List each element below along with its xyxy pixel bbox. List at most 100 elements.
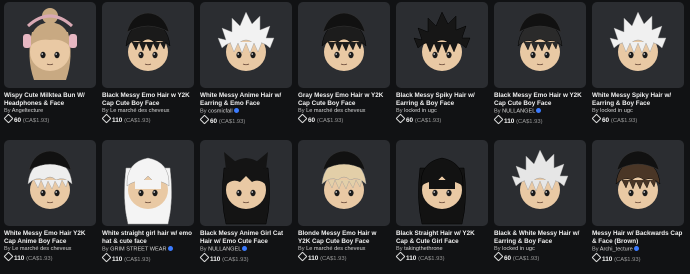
- robux-icon: [297, 251, 308, 262]
- creator-link[interactable]: Le marché des cheveux: [306, 108, 365, 114]
- creator-link[interactable]: Le marché des cheveux: [110, 108, 169, 114]
- verified-badge-icon: [536, 108, 542, 113]
- creator-link[interactable]: NULLANGEL: [208, 247, 241, 253]
- catalog-item-card[interactable]: Black Straight Hair w/ Y2K Cap & Cute Gi…: [395, 140, 488, 272]
- catalog-item-card[interactable]: Wispy Cute Milktea Bun W/ Headphones & F…: [3, 2, 96, 134]
- item-creator-line: By locked in ugc: [494, 246, 586, 253]
- item-name[interactable]: Black Messy Anime Girl Cat Hair w/ Emo C…: [200, 230, 292, 245]
- creator-link[interactable]: locked in ugc: [502, 246, 535, 252]
- catalog-item-card[interactable]: Blonde Messy Emo Hair w Y2K Cap Cute Boy…: [297, 140, 390, 272]
- item-price: 110 (CA$1.93): [297, 251, 390, 263]
- item-price: 110 (CA$1.93): [395, 251, 488, 263]
- creator-link[interactable]: Le marché des cheveux: [12, 246, 71, 252]
- creator-link[interactable]: takingthethrone: [404, 246, 443, 252]
- item-name[interactable]: White Messy Emo Hair Y2K Cap Anime Boy F…: [4, 230, 96, 245]
- item-thumbnail[interactable]: [592, 2, 684, 88]
- item-price: 60 (CA$1.93): [297, 113, 390, 125]
- item-thumbnail[interactable]: [396, 2, 488, 88]
- item-name[interactable]: White Messy Anime Hair w/ Earring & Emo …: [200, 92, 292, 107]
- creator-link[interactable]: locked in ugc: [600, 108, 633, 114]
- item-creator-line: By Le marché des cheveux: [102, 108, 194, 115]
- item-name[interactable]: Wispy Cute Milktea Bun W/ Headphones & F…: [4, 92, 96, 107]
- catalog-item-card[interactable]: White Messy Spiky Hair w/ Earring & Boy …: [591, 2, 684, 134]
- item-name[interactable]: Black Straight Hair w/ Y2K Cap & Cute Gi…: [396, 230, 488, 245]
- item-thumbnail-art: [222, 152, 270, 225]
- robux-icon: [3, 251, 14, 262]
- item-price: 60 (CA$1.93): [493, 251, 586, 263]
- creator-link[interactable]: GRIM STREET WEAR: [110, 247, 166, 253]
- item-price: 110 (CA$1.93): [101, 252, 194, 264]
- by-label: By: [200, 108, 207, 115]
- catalog-item-card[interactable]: Gray Messy Emo Hair w Y2K Cap Cute Boy F…: [297, 2, 390, 134]
- item-thumbnail[interactable]: [396, 140, 488, 226]
- creator-link[interactable]: Angeltecture: [12, 108, 43, 114]
- item-thumbnail[interactable]: [102, 140, 194, 226]
- catalog-item-card[interactable]: Black Messy Spiky Hair w/ Earring & Boy …: [395, 2, 488, 134]
- by-label: By: [494, 108, 501, 115]
- item-name[interactable]: Gray Messy Emo Hair w Y2K Cap Cute Boy F…: [298, 92, 390, 107]
- item-thumbnail[interactable]: [4, 2, 96, 88]
- price-amount: 60: [14, 117, 22, 124]
- by-label: By: [592, 246, 599, 253]
- item-creator-line: By Archi_tecture: [592, 246, 684, 254]
- item-name[interactable]: Messy Hair w/ Backwards Cap & Face (Brow…: [592, 230, 684, 245]
- item-thumbnail[interactable]: [494, 140, 586, 226]
- price-cad: (CA$1.93): [512, 256, 540, 262]
- catalog-item-card[interactable]: Black Messy Anime Girl Cat Hair w/ Emo C…: [199, 140, 292, 272]
- catalog-item-card[interactable]: White Messy Anime Hair w/ Earring & Emo …: [199, 2, 292, 134]
- catalog-item-card[interactable]: Black Messy Emo Hair w Y2K Cap Cute Boy …: [101, 2, 194, 134]
- item-thumbnail[interactable]: [200, 140, 292, 226]
- item-name[interactable]: Black & White Messy Hair w/ Earring & Bo…: [494, 230, 586, 245]
- price-cad: (CA$1.93): [124, 118, 151, 124]
- item-thumbnail[interactable]: [298, 2, 390, 88]
- robux-icon: [591, 252, 602, 262]
- creator-link[interactable]: Archi_tecture: [600, 247, 633, 253]
- item-thumbnail[interactable]: [200, 2, 292, 88]
- item-name[interactable]: White straight girl hair w/ emo hat & cu…: [102, 230, 194, 245]
- creator-link[interactable]: NULLANGEL: [502, 109, 535, 115]
- item-thumbnail-art: [27, 150, 73, 209]
- catalog-item-card[interactable]: Black Messy Emo Hair w Y2K Cap Cute Boy …: [493, 2, 586, 134]
- item-name[interactable]: Blonde Messy Emo Hair w Y2K Cap Cute Boy…: [298, 230, 390, 245]
- price-cad: (CA$1.93): [22, 118, 50, 124]
- by-label: By: [200, 246, 207, 253]
- item-thumbnail-art: [217, 11, 275, 71]
- item-thumbnail[interactable]: [4, 140, 96, 226]
- price-amount: 110: [112, 255, 123, 263]
- item-name[interactable]: Black Messy Emo Hair w Y2K Cap Cute Boy …: [102, 92, 194, 107]
- item-name[interactable]: Black Messy Spiky Hair w/ Earring & Boy …: [396, 92, 488, 107]
- catalog-item-card[interactable]: White straight girl hair w/ emo hat & cu…: [101, 140, 194, 272]
- item-name[interactable]: Black Messy Emo Hair w Y2K Cap Cute Boy …: [494, 92, 586, 107]
- catalog-item-card[interactable]: White Messy Emo Hair Y2K Cap Anime Boy F…: [3, 140, 96, 272]
- creator-link[interactable]: locked in ugc: [404, 108, 437, 114]
- item-price: 110 (CA$1.93): [3, 251, 96, 263]
- creator-link[interactable]: Le marché des cheveux: [306, 246, 365, 252]
- price-amount: 110: [14, 255, 25, 262]
- item-thumbnail[interactable]: [102, 2, 194, 88]
- price-amount: 60: [210, 117, 218, 125]
- creator-link[interactable]: cosmicfall: [208, 109, 233, 115]
- item-price: 60 (CA$1.93): [199, 114, 292, 126]
- item-creator-line: By locked in ugc: [592, 108, 684, 115]
- item-price: 110 (CA$1.93): [199, 252, 292, 264]
- item-thumbnail-art: [609, 11, 667, 71]
- price-cad: (CA$1.93): [614, 256, 641, 263]
- item-creator-line: By GRIM STREET WEAR: [102, 246, 194, 254]
- price-amount: 60: [308, 117, 316, 124]
- item-name[interactable]: White Messy Spiky Hair w/ Earring & Boy …: [592, 92, 684, 107]
- item-thumbnail-art: [321, 12, 367, 71]
- item-thumbnail[interactable]: [494, 2, 586, 88]
- price-cad: (CA$1.93): [610, 118, 638, 124]
- catalog-item-card[interactable]: Messy Hair w/ Backwards Cap & Face (Brow…: [591, 140, 684, 272]
- item-thumbnail[interactable]: [592, 140, 684, 226]
- item-price: 110 (CA$1.93): [493, 114, 586, 126]
- catalog-item-card[interactable]: Black & White Messy Hair w/ Earring & Bo…: [493, 140, 586, 272]
- item-thumbnail-art: [511, 149, 569, 209]
- item-price: 60 (CA$1.93): [3, 113, 96, 125]
- item-thumbnail[interactable]: [298, 140, 390, 226]
- catalog-grid: Wispy Cute Milktea Bun W/ Headphones & F…: [3, 2, 684, 272]
- price-cad: (CA$1.93): [222, 256, 249, 263]
- price-amount: 110: [504, 117, 515, 125]
- price-amount: 110: [602, 255, 613, 263]
- item-creator-line: By takingthethrone: [396, 246, 488, 253]
